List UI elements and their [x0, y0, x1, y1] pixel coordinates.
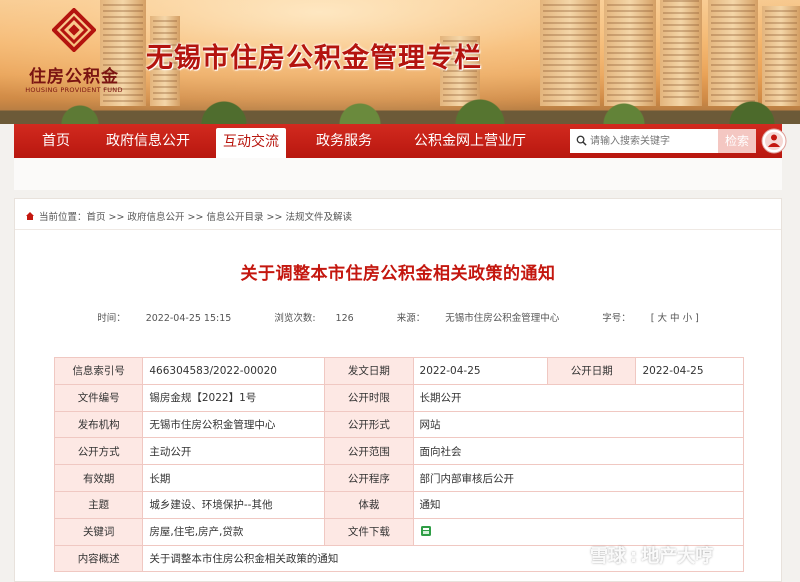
font-size-options[interactable]: [ 大 中 小 ] [651, 313, 699, 324]
open-period-label: 公开时限 [324, 383, 414, 412]
site-logo[interactable]: 住房公积金 HOUSING PROVIDENT FUND [18, 8, 130, 102]
nav-item-interaction[interactable]: 互动交流 [216, 128, 286, 158]
divider [15, 229, 781, 230]
source-label: 来源： [396, 313, 426, 324]
source: 来源： 无锡市住房公积金管理中心 [387, 313, 570, 324]
font-size-label: 字号： [602, 313, 631, 324]
open-method-value: 主动公开 [142, 437, 326, 466]
table-row: 有效期 长期 公开程序 部门内部审核后公开 [53, 464, 745, 492]
breadcrumb-prefix: 当前位置： [39, 212, 87, 223]
site-title: 无锡市住房公积金管理专栏 [146, 43, 482, 74]
keywords-value: 房屋,住宅,房产,贷款 [142, 517, 326, 546]
housing-fund-logo-icon [52, 8, 96, 52]
procedure-value: 部门内部审核后公开 [412, 464, 745, 492]
breadcrumb-separator: >> [263, 212, 286, 223]
open-scope-label: 公开范围 [324, 437, 414, 466]
procedure-label: 公开程序 [324, 464, 414, 492]
breadcrumb-link-regulations[interactable]: 法规文件及解读 [285, 212, 352, 223]
open-form-value: 网站 [412, 410, 745, 439]
breadcrumb-separator: >> [105, 212, 128, 223]
watermark-brand: 雪球 [590, 546, 626, 567]
keywords-label: 关键词 [53, 517, 144, 546]
time-label: 时间： [97, 313, 126, 324]
genre-label: 体裁 [324, 490, 414, 519]
watermark-separator: : [630, 546, 638, 567]
summary-label: 内容概述 [53, 544, 144, 573]
view-count: 浏览次数: 126 [264, 313, 363, 324]
nav-item-home[interactable]: 首页 [26, 124, 86, 158]
main-nav: 首页 政府信息公开 互动交流 政务服务 公积金网上营业厅 检索 [14, 124, 787, 158]
views-label: 浏览次数: [274, 313, 316, 324]
nav-item-services[interactable]: 政务服务 [304, 124, 384, 158]
publish-time: 时间： 2022-04-25 15:15 [87, 313, 241, 324]
breadcrumb-link-gov-info[interactable]: 政府信息公开 [128, 212, 185, 223]
open-period-value: 长期公开 [412, 383, 745, 412]
search-icon [576, 135, 587, 146]
header-banner: 住房公积金 HOUSING PROVIDENT FUND 无锡市住房公积金管理专… [0, 0, 800, 124]
source-value: 无锡市住房公积金管理中心 [445, 313, 560, 324]
content-panel: 当前位置：首页 >> 政府信息公开 >> 信息公开目录 >> 法规文件及解读 关… [14, 198, 782, 582]
search-button[interactable]: 检索 [718, 129, 756, 153]
validity-label: 有效期 [53, 464, 144, 492]
table-row: 主题 城乡建设、环境保护--其他 体裁 通知 [53, 490, 745, 519]
watermark: 雪球: 地产大哼 [590, 542, 713, 568]
open-date-label: 公开日期 [547, 357, 637, 385]
issue-date-label: 发文日期 [324, 357, 414, 385]
open-form-label: 公开形式 [324, 410, 414, 439]
nav-spacer [14, 158, 782, 190]
download-file-icon[interactable] [420, 525, 432, 537]
nav-item-gov-info[interactable]: 政府信息公开 [98, 124, 198, 158]
table-row: 发布机构 无锡市住房公积金管理中心 公开形式 网站 [53, 410, 745, 439]
issue-date-value: 2022-04-25 [412, 357, 549, 385]
open-method-label: 公开方式 [53, 437, 144, 466]
logo-text: 住房公积金 [29, 67, 119, 87]
time-value: 2022-04-25 15:15 [145, 313, 232, 324]
publisher-label: 发布机构 [53, 410, 144, 439]
validity-value: 长期 [142, 464, 326, 492]
views-value: 126 [335, 313, 354, 324]
table-row: 公开方式 主动公开 公开范围 面向社会 [53, 437, 745, 466]
topic-value: 城乡建设、环境保护--其他 [142, 490, 326, 519]
index-value: 466304583/2022-00020 [142, 357, 326, 385]
search-input[interactable] [570, 129, 718, 153]
doc-no-label: 文件编号 [53, 383, 144, 412]
index-label: 信息索引号 [53, 357, 144, 385]
logo-english-text: HOUSING PROVIDENT FUND [25, 86, 123, 94]
publisher-value: 无锡市住房公积金管理中心 [142, 410, 326, 439]
table-row: 信息索引号 466304583/2022-00020 发文日期 2022-04-… [53, 357, 744, 385]
breadcrumb-separator: >> [184, 212, 207, 223]
watermark-author: 地产大哼 [641, 546, 714, 567]
breadcrumb: 当前位置：首页 >> 政府信息公开 >> 信息公开目录 >> 法规文件及解读 [25, 209, 352, 223]
download-label: 文件下载 [324, 517, 414, 546]
home-icon [26, 212, 34, 220]
breadcrumb-link-home[interactable]: 首页 [87, 212, 106, 223]
nav-item-online-hall[interactable]: 公积金网上营业厅 [400, 124, 540, 158]
open-date-value: 2022-04-25 [635, 357, 744, 385]
accessibility-icon[interactable] [761, 128, 787, 154]
table-row: 文件编号 锡房金规【2022】1号 公开时限 长期公开 [53, 383, 745, 412]
genre-value: 通知 [412, 490, 745, 519]
breadcrumb-link-catalog[interactable]: 信息公开目录 [206, 212, 263, 223]
article-meta: 时间： 2022-04-25 15:15 浏览次数: 126 来源： 无锡市住房公积金… [15, 310, 781, 324]
topic-label: 主题 [53, 490, 144, 519]
font-size-control: 字号： [ 大 中 小 ] [592, 313, 709, 324]
open-scope-value: 面向社会 [412, 437, 745, 466]
info-table: 信息索引号 466304583/2022-00020 发文日期 2022-04-… [53, 357, 745, 573]
article-title: 关于调整本市住房公积金相关政策的通知 [240, 264, 556, 284]
doc-no-value: 锡房金规【2022】1号 [142, 383, 326, 412]
